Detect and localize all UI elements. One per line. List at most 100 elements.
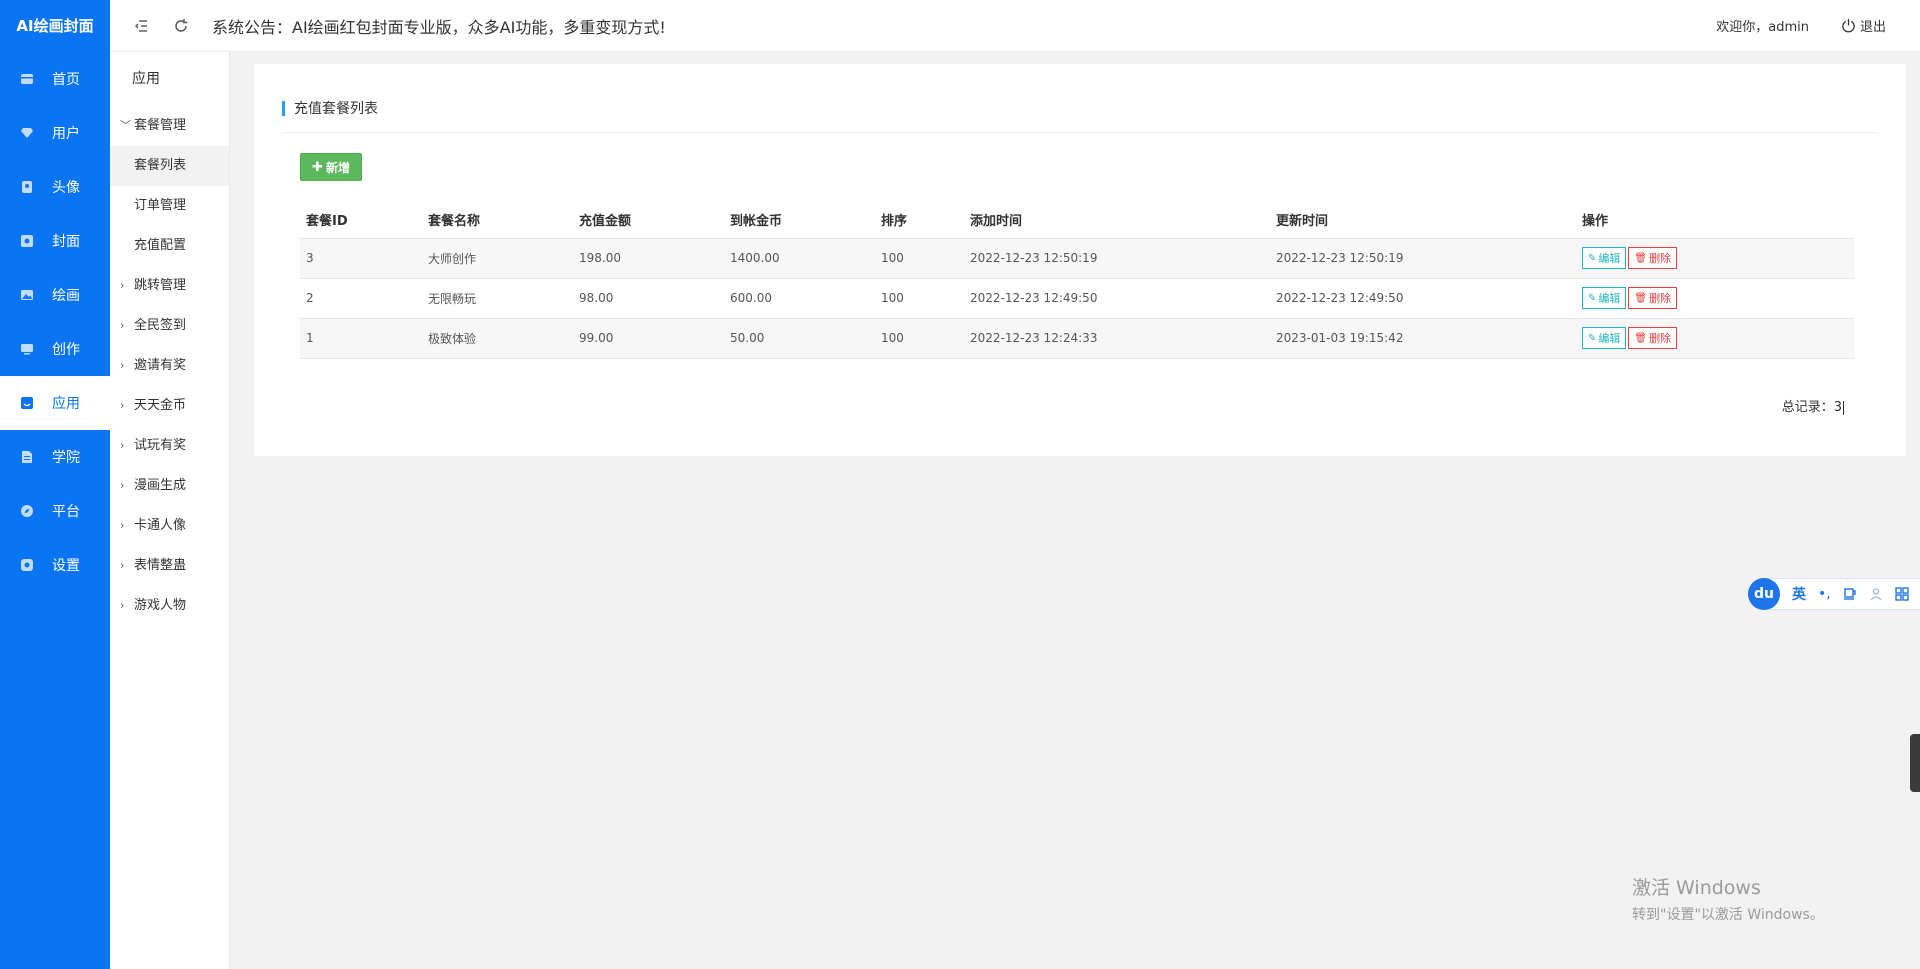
chevron-right-icon: › xyxy=(120,439,125,452)
table-row: 1 极致体验 99.00 50.00 100 2022-12-23 12:24:… xyxy=(300,318,1854,359)
nav-drawing[interactable]: 绘画 xyxy=(0,268,110,322)
nav-create[interactable]: 创作 xyxy=(0,322,110,376)
ime-lang-toggle[interactable]: 英 xyxy=(1792,584,1806,604)
subnav-group-invite[interactable]: › 邀请有奖 xyxy=(110,346,229,386)
ime-logo[interactable]: du xyxy=(1748,578,1780,610)
cell-id: 3 xyxy=(300,238,422,279)
nav-platform[interactable]: 平台 xyxy=(0,484,110,538)
delete-button[interactable]: 🗑 删除 xyxy=(1628,327,1678,349)
nav-cover-label: 封面 xyxy=(52,234,80,250)
watermark-line2: 转到"设置"以激活 Windows。 xyxy=(1632,907,1824,923)
text-cursor xyxy=(1843,400,1844,415)
nav-users[interactable]: 用户 xyxy=(0,106,110,160)
subnav-group-daily-coins[interactable]: › 天天金币 xyxy=(110,386,229,426)
app-logo[interactable]: AI绘画封面 xyxy=(0,0,110,52)
nav-apps-label: 应用 xyxy=(52,396,80,412)
cell-amount: 98.00 xyxy=(573,278,724,319)
cell-actions: ✎ 编辑 🗑 删除 xyxy=(1576,278,1854,319)
subnav-group-redirect[interactable]: › 跳转管理 xyxy=(110,266,229,306)
cup-icon[interactable] xyxy=(1843,587,1857,601)
package-table: 套餐ID 套餐名称 充值金额 到帐金币 排序 添加时间 更新时间 操作 3 大师… xyxy=(300,202,1854,359)
top-bar: 系统公告：AI绘画红包封面专业版，众多AI功能，多重变现方式! 欢迎你，admi… xyxy=(110,0,1920,52)
subnav-group-label: 卡通人像 xyxy=(134,518,187,533)
subnav-item-recharge-config[interactable]: 充值配置 xyxy=(110,226,229,266)
ime-toolbar: du 英 •, xyxy=(1748,578,1920,610)
subnav-group-package[interactable]: ﹀ 套餐管理 xyxy=(110,106,229,146)
trash-icon: 🗑 xyxy=(1634,292,1648,304)
cell-coins: 50.00 xyxy=(724,318,875,359)
chevron-down-icon: ﹀ xyxy=(120,119,131,132)
edge-handle[interactable] xyxy=(1910,734,1920,792)
avatar-icon xyxy=(20,180,34,194)
subnav-group-game-character[interactable]: › 游戏人物 xyxy=(110,586,229,626)
chevron-right-icon: › xyxy=(120,599,125,612)
chevron-right-icon: › xyxy=(120,319,125,332)
nav-settings-label: 设置 xyxy=(52,558,80,574)
subnav-group-label: 邀请有奖 xyxy=(134,358,187,373)
nav-academy-label: 学院 xyxy=(52,450,80,466)
app-icon xyxy=(20,396,34,410)
subnav-group-checkin[interactable]: › 全民签到 xyxy=(110,306,229,346)
subnav-group-label: 套餐管理 xyxy=(134,118,187,133)
edit-button[interactable]: ✎ 编辑 xyxy=(1582,287,1627,309)
add-button[interactable]: ✚ 新增 xyxy=(300,153,362,181)
subnav-group-label: 试玩有奖 xyxy=(134,438,187,453)
cell-sort: 100 xyxy=(875,238,964,279)
cell-updated: 2022-12-23 12:49:50 xyxy=(1270,278,1576,319)
edit-button[interactable]: ✎ 编辑 xyxy=(1582,327,1627,349)
system-notice: 系统公告：AI绘画红包封面专业版，众多AI功能，多重变现方式! xyxy=(212,17,666,37)
nav-cover[interactable]: 封面 xyxy=(0,214,110,268)
edit-label: 编辑 xyxy=(1598,252,1621,265)
main-nav: 首页 用户 头像 封面 绘画 创作 应用 学院 平台 设置 xyxy=(0,52,110,592)
subnav-group-comic[interactable]: › 漫画生成 xyxy=(110,466,229,506)
cell-sort: 100 xyxy=(875,278,964,319)
nav-apps[interactable]: 应用 xyxy=(0,376,110,430)
nav-users-label: 用户 xyxy=(52,126,80,142)
subnav-group-cartoon[interactable]: › 卡通人像 xyxy=(110,506,229,546)
trash-icon: 🗑 xyxy=(1634,252,1648,264)
edit-label: 编辑 xyxy=(1598,332,1621,345)
user-icon[interactable] xyxy=(1869,587,1883,601)
nav-platform-label: 平台 xyxy=(52,504,80,520)
collapse-menu-icon[interactable] xyxy=(130,15,152,37)
subnav-item-orders[interactable]: 订单管理 xyxy=(110,186,229,226)
cell-actions: ✎ 编辑 🗑 删除 xyxy=(1576,238,1854,279)
nav-home-label: 首页 xyxy=(52,72,80,88)
cell-id: 1 xyxy=(300,318,422,359)
cell-updated: 2023-01-03 19:15:42 xyxy=(1270,318,1576,359)
col-header-sort: 排序 xyxy=(875,202,964,239)
document-icon xyxy=(20,450,34,464)
cell-coins: 600.00 xyxy=(724,278,875,319)
col-header-actions: 操作 xyxy=(1576,202,1854,239)
subnav-group-emoji-prank[interactable]: › 表情整蛊 xyxy=(110,546,229,586)
grid-icon[interactable] xyxy=(1895,587,1909,601)
logout-button[interactable]: 退出 xyxy=(1841,16,1886,35)
sub-sidebar: 应用 ﹀ 套餐管理 套餐列表 订单管理 充值配置 › 跳转管理 › 全民签到 › 邀请有… xyxy=(110,52,230,969)
logout-label: 退出 xyxy=(1859,20,1886,35)
cover-icon xyxy=(20,234,34,248)
edit-button[interactable]: ✎ 编辑 xyxy=(1582,247,1627,269)
subnav-group-trial[interactable]: › 试玩有奖 xyxy=(110,426,229,466)
col-header-coins: 到帐金币 xyxy=(724,202,875,239)
cell-amount: 198.00 xyxy=(573,238,724,279)
delete-button[interactable]: 🗑 删除 xyxy=(1628,287,1678,309)
refresh-icon[interactable] xyxy=(170,15,192,37)
col-header-created: 添加时间 xyxy=(964,202,1270,239)
nav-avatar[interactable]: 头像 xyxy=(0,160,110,214)
cell-created: 2022-12-23 12:49:50 xyxy=(964,278,1270,319)
delete-button[interactable]: 🗑 删除 xyxy=(1628,247,1678,269)
cell-updated: 2022-12-23 12:50:19 xyxy=(1270,238,1576,279)
nav-settings[interactable]: 设置 xyxy=(0,538,110,592)
user-area: 欢迎你，admin 退出 xyxy=(1716,16,1886,35)
welcome-text: 欢迎你，admin xyxy=(1716,20,1809,35)
col-header-updated: 更新时间 xyxy=(1270,202,1576,239)
delete-label: 删除 xyxy=(1649,292,1672,305)
home-icon xyxy=(20,72,34,86)
ime-punct-toggle[interactable]: •, xyxy=(1818,586,1831,602)
pencil-icon: ✎ xyxy=(1588,292,1597,304)
cell-sort: 100 xyxy=(875,318,964,359)
nav-academy[interactable]: 学院 xyxy=(0,430,110,484)
nav-home[interactable]: 首页 xyxy=(0,52,110,106)
watermark-line1: 激活 Windows xyxy=(1632,877,1761,899)
subnav-item-package-list[interactable]: 套餐列表 xyxy=(110,146,229,186)
